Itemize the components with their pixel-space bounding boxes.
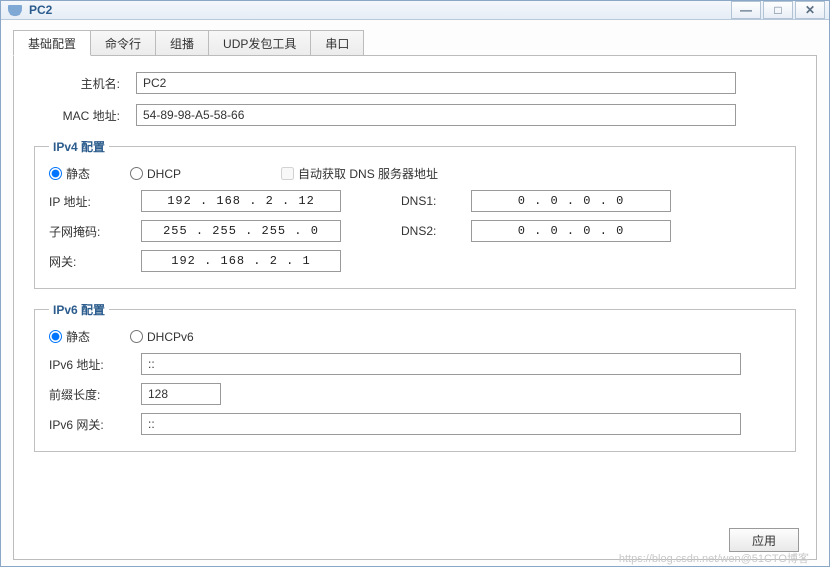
mac-label: MAC 地址: <box>34 107 120 124</box>
ipv4-radio-static[interactable]: 静态 <box>49 165 90 182</box>
minimize-button[interactable]: — <box>731 1 761 19</box>
close-button[interactable]: ✕ <box>795 1 825 19</box>
ipv4-radio-dhcp[interactable]: DHCP <box>130 167 181 181</box>
watermark-text: https://blog.csdn.net/wen@51CTO博客 <box>619 550 809 566</box>
tab-serial[interactable]: 串口 <box>310 30 364 56</box>
ipv6-legend: IPv6 配置 <box>49 301 109 318</box>
content-area: 基础配置 命令行 组播 UDP发包工具 串口 主机名: MAC 地址: IPv4… <box>1 20 829 568</box>
ipv6-group: IPv6 配置 静态 DHCPv6 IPv6 地址: 前缀长 <box>34 301 796 452</box>
ipv6-radio-static[interactable]: 静态 <box>49 328 90 345</box>
tab-cmdline[interactable]: 命令行 <box>90 30 156 56</box>
dns2-label: DNS2: <box>401 224 461 238</box>
maximize-button[interactable]: □ <box>763 1 793 19</box>
auto-dns-checkbox[interactable]: 自动获取 DNS 服务器地址 <box>281 165 438 182</box>
ipv4-legend: IPv4 配置 <box>49 138 109 155</box>
tab-udp-tool[interactable]: UDP发包工具 <box>208 30 311 56</box>
ip-address-label: IP 地址: <box>49 193 135 210</box>
gateway-label: 网关: <box>49 253 135 270</box>
auto-dns-label: 自动获取 DNS 服务器地址 <box>298 165 438 182</box>
tab-bar: 基础配置 命令行 组播 UDP发包工具 串口 <box>13 30 817 56</box>
ipv6-prefix-input[interactable] <box>141 383 221 405</box>
subnet-mask-input[interactable]: 255 . 255 . 255 . 0 <box>141 220 341 242</box>
gateway-input[interactable]: 192 . 168 . 2 . 1 <box>141 250 341 272</box>
app-icon <box>7 2 23 18</box>
ipv4-radio-dhcp-label: DHCP <box>147 167 181 181</box>
hostname-label: 主机名: <box>34 75 120 92</box>
minimize-icon: — <box>740 3 752 17</box>
ipv6-radio-static-input[interactable] <box>49 330 62 343</box>
ipv4-radio-static-label: 静态 <box>66 165 90 182</box>
window-title: PC2 <box>29 3 52 17</box>
ipv6-gateway-label: IPv6 网关: <box>49 416 135 433</box>
ipv6-gateway-input[interactable] <box>141 413 741 435</box>
ipv6-radio-dhcp-label: DHCPv6 <box>147 330 194 344</box>
ipv4-radio-dhcp-input[interactable] <box>130 167 143 180</box>
auto-dns-checkbox-input[interactable] <box>281 167 294 180</box>
dns1-input[interactable]: 0 . 0 . 0 . 0 <box>471 190 671 212</box>
ipv6-radio-dhcp-input[interactable] <box>130 330 143 343</box>
ipv6-prefix-label: 前缀长度: <box>49 386 135 403</box>
tab-basic[interactable]: 基础配置 <box>13 30 91 56</box>
tab-panel-basic: 主机名: MAC 地址: IPv4 配置 静态 DHCP <box>13 55 817 560</box>
dns2-input[interactable]: 0 . 0 . 0 . 0 <box>471 220 671 242</box>
hostname-input[interactable] <box>136 72 736 94</box>
titlebar: PC2 — □ ✕ <box>1 1 829 20</box>
maximize-icon: □ <box>774 3 781 17</box>
ipv6-address-input[interactable] <box>141 353 741 375</box>
subnet-mask-label: 子网掩码: <box>49 223 135 240</box>
ipv6-address-label: IPv6 地址: <box>49 356 135 373</box>
apply-button[interactable]: 应用 <box>729 528 799 552</box>
ipv6-radio-dhcp[interactable]: DHCPv6 <box>130 330 194 344</box>
app-window: PC2 — □ ✕ 基础配置 命令行 组播 UDP发包工具 串口 主机名: MA… <box>0 0 830 567</box>
ipv4-radio-static-input[interactable] <box>49 167 62 180</box>
mac-input[interactable] <box>136 104 736 126</box>
tab-multicast[interactable]: 组播 <box>155 30 209 56</box>
close-icon: ✕ <box>805 3 815 17</box>
ipv6-radio-static-label: 静态 <box>66 328 90 345</box>
ipv4-group: IPv4 配置 静态 DHCP 自动获取 DNS 服务器地址 <box>34 138 796 289</box>
dns1-label: DNS1: <box>401 194 461 208</box>
ip-address-input[interactable]: 192 . 168 . 2 . 12 <box>141 190 341 212</box>
